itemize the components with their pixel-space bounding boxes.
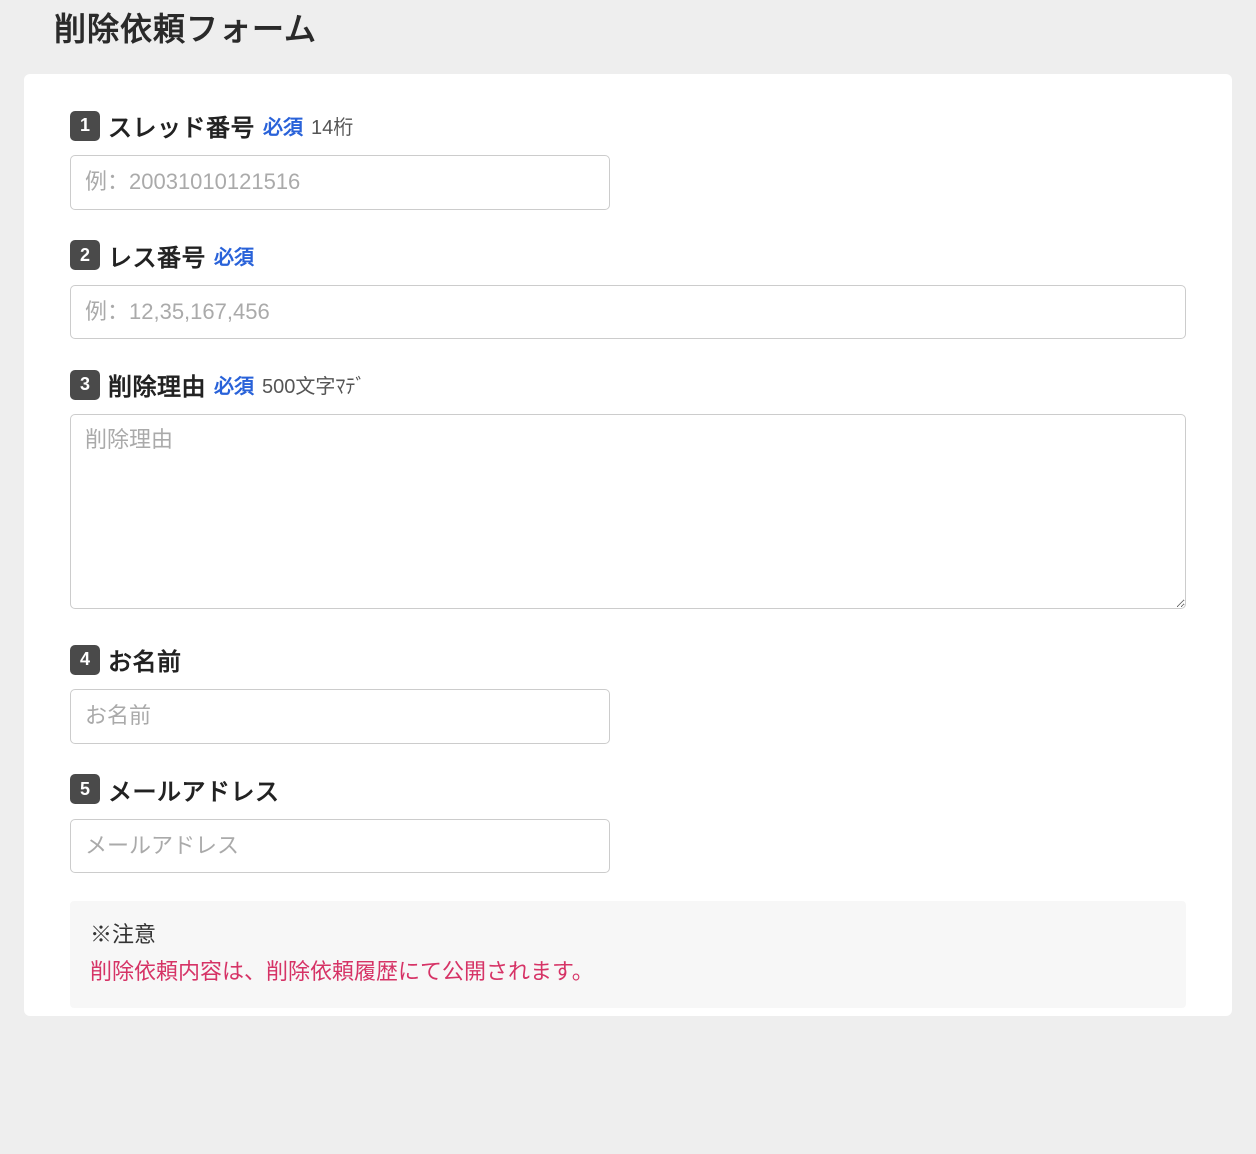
name-label: お名前 (108, 642, 182, 677)
form-card: 1 スレッド番号 必須 14桁 2 レス番号 必須 3 削除理由 必須 500文… (24, 74, 1232, 1016)
res-required: 必須 (214, 241, 254, 270)
step-badge-1: 1 (70, 111, 100, 141)
field-name-label-row: 4 お名前 (70, 642, 1186, 677)
notice-heading: ※注意 (90, 917, 1166, 949)
reason-textarea[interactable] (70, 414, 1186, 609)
name-input[interactable] (70, 689, 610, 744)
reason-hint: 500文字ﾏﾃﾞ (262, 370, 365, 399)
field-thread: 1 スレッド番号 必須 14桁 (70, 108, 1186, 210)
step-badge-4: 4 (70, 645, 100, 675)
thread-input[interactable] (70, 155, 610, 210)
res-label: レス番号 (108, 238, 206, 273)
email-input[interactable] (70, 819, 610, 874)
reason-required: 必須 (214, 370, 254, 399)
field-reason: 3 削除理由 必須 500文字ﾏﾃﾞ (70, 367, 1186, 614)
step-badge-5: 5 (70, 774, 100, 804)
field-res: 2 レス番号 必須 (70, 238, 1186, 340)
step-badge-2: 2 (70, 240, 100, 270)
notice-box: ※注意 削除依頼内容は、削除依頼履歴にて公開されます。 (70, 901, 1186, 1008)
page-title: 削除依頼フォーム (24, 0, 1232, 74)
reason-label: 削除理由 (108, 367, 206, 402)
notice-warning: 削除依頼内容は、削除依頼履歴にて公開されます。 (90, 955, 1166, 988)
field-email: 5 メールアドレス (70, 772, 1186, 874)
thread-label: スレッド番号 (108, 108, 255, 143)
email-label: メールアドレス (108, 772, 280, 807)
step-badge-3: 3 (70, 370, 100, 400)
thread-hint: 14桁 (311, 111, 353, 140)
field-name: 4 お名前 (70, 642, 1186, 744)
thread-required: 必須 (263, 111, 303, 140)
field-reason-label-row: 3 削除理由 必須 500文字ﾏﾃﾞ (70, 367, 1186, 402)
field-thread-label-row: 1 スレッド番号 必須 14桁 (70, 108, 1186, 143)
field-email-label-row: 5 メールアドレス (70, 772, 1186, 807)
res-input[interactable] (70, 285, 1186, 340)
field-res-label-row: 2 レス番号 必須 (70, 238, 1186, 273)
